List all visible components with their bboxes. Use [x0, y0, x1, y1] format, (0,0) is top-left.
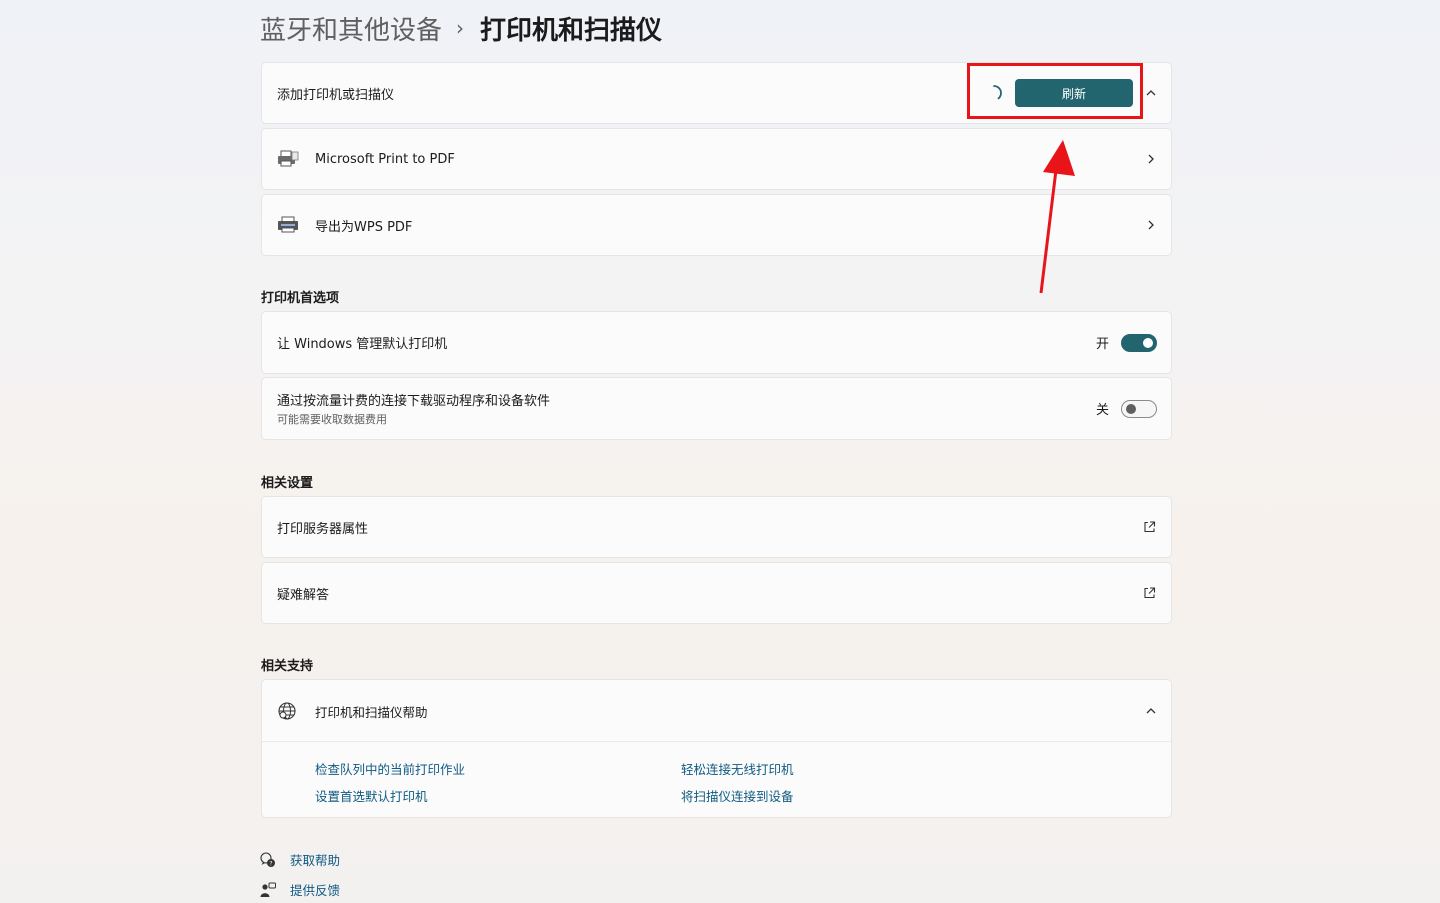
pref-manage-default: 让 Windows 管理默认打印机 开	[261, 311, 1172, 374]
printer-prefs-title: 打印机首选项	[261, 291, 340, 306]
external-link-icon	[1144, 587, 1156, 599]
get-help-link[interactable]: ? 获取帮助	[260, 850, 340, 869]
breadcrumb-separator-icon: ›	[456, 16, 465, 40]
toggle-knob	[1143, 337, 1153, 348]
help-chat-icon: ?	[260, 851, 275, 867]
pref-metered-download: 通过按流量计费的连接下载驱动程序和设备软件 可能需要收取数据费用 关	[261, 377, 1172, 440]
highlight-box	[967, 63, 1143, 119]
help-header[interactable]: 打印机和扫描仪帮助	[262, 680, 1171, 742]
print-server-properties[interactable]: 打印服务器属性	[261, 496, 1172, 558]
pref-sublabel: 可能需要收取数据费用	[277, 413, 387, 426]
feedback-icon	[260, 882, 276, 897]
breadcrumb-parent[interactable]: 蓝牙和其他设备	[260, 10, 442, 47]
toggle-knob	[1126, 403, 1136, 414]
setting-label: 疑难解答	[277, 587, 330, 603]
feedback-link[interactable]: 提供反馈	[260, 880, 340, 899]
help-card: 打印机和扫描仪帮助 检查队列中的当前打印作业 轻松连接无线打印机 设置首选默认打…	[261, 679, 1172, 818]
annotation-arrow-icon	[1039, 140, 1075, 294]
page-title: 打印机和扫描仪	[480, 15, 663, 46]
help-link-connect-scanner[interactable]: 将扫描仪连接到设备	[681, 786, 794, 805]
help-link-wireless-printer[interactable]: 轻松连接无线打印机	[681, 759, 794, 778]
pref-label-block: 通过按流量计费的连接下载驱动程序和设备软件 可能需要收取数据费用	[277, 390, 550, 427]
pref-label: 让 Windows 管理默认打印机	[277, 337, 448, 352]
globe-icon	[278, 702, 296, 720]
manage-default-toggle[interactable]	[1121, 333, 1157, 352]
printer-name: Microsoft Print to PDF	[315, 151, 455, 167]
metered-download-toggle[interactable]	[1121, 399, 1157, 418]
help-title: 打印机和扫描仪帮助	[315, 705, 428, 720]
get-help-label: 获取帮助	[290, 853, 341, 868]
svg-text:?: ?	[269, 860, 272, 867]
printer-name: 导出为WPS PDF	[315, 219, 413, 235]
chevron-right-icon	[1148, 154, 1154, 164]
related-settings-title: 相关设置	[261, 476, 314, 491]
feedback-label: 提供反馈	[290, 883, 341, 898]
printer-icon	[278, 216, 298, 233]
help-link-default-printer[interactable]: 设置首选默认打印机	[315, 786, 428, 805]
chevron-up-icon[interactable]	[1145, 87, 1157, 99]
chevron-right-icon	[1148, 220, 1154, 230]
toggle-state-text: 开	[1095, 337, 1109, 352]
toggle-state-text: 关	[1095, 403, 1109, 418]
help-link-print-queue[interactable]: 检查队列中的当前打印作业	[315, 759, 465, 778]
pref-label: 通过按流量计费的连接下载驱动程序和设备软件	[277, 394, 551, 409]
related-support-title: 相关支持	[261, 659, 314, 674]
breadcrumb: 蓝牙和其他设备 › 打印机和扫描仪	[260, 8, 662, 48]
add-printer-label: 添加打印机或扫描仪	[277, 87, 395, 103]
external-link-icon	[1144, 521, 1156, 533]
chevron-up-icon[interactable]	[1145, 705, 1157, 717]
printer-icon	[278, 150, 299, 167]
troubleshoot[interactable]: 疑难解答	[261, 562, 1172, 624]
setting-label: 打印服务器属性	[277, 521, 369, 537]
